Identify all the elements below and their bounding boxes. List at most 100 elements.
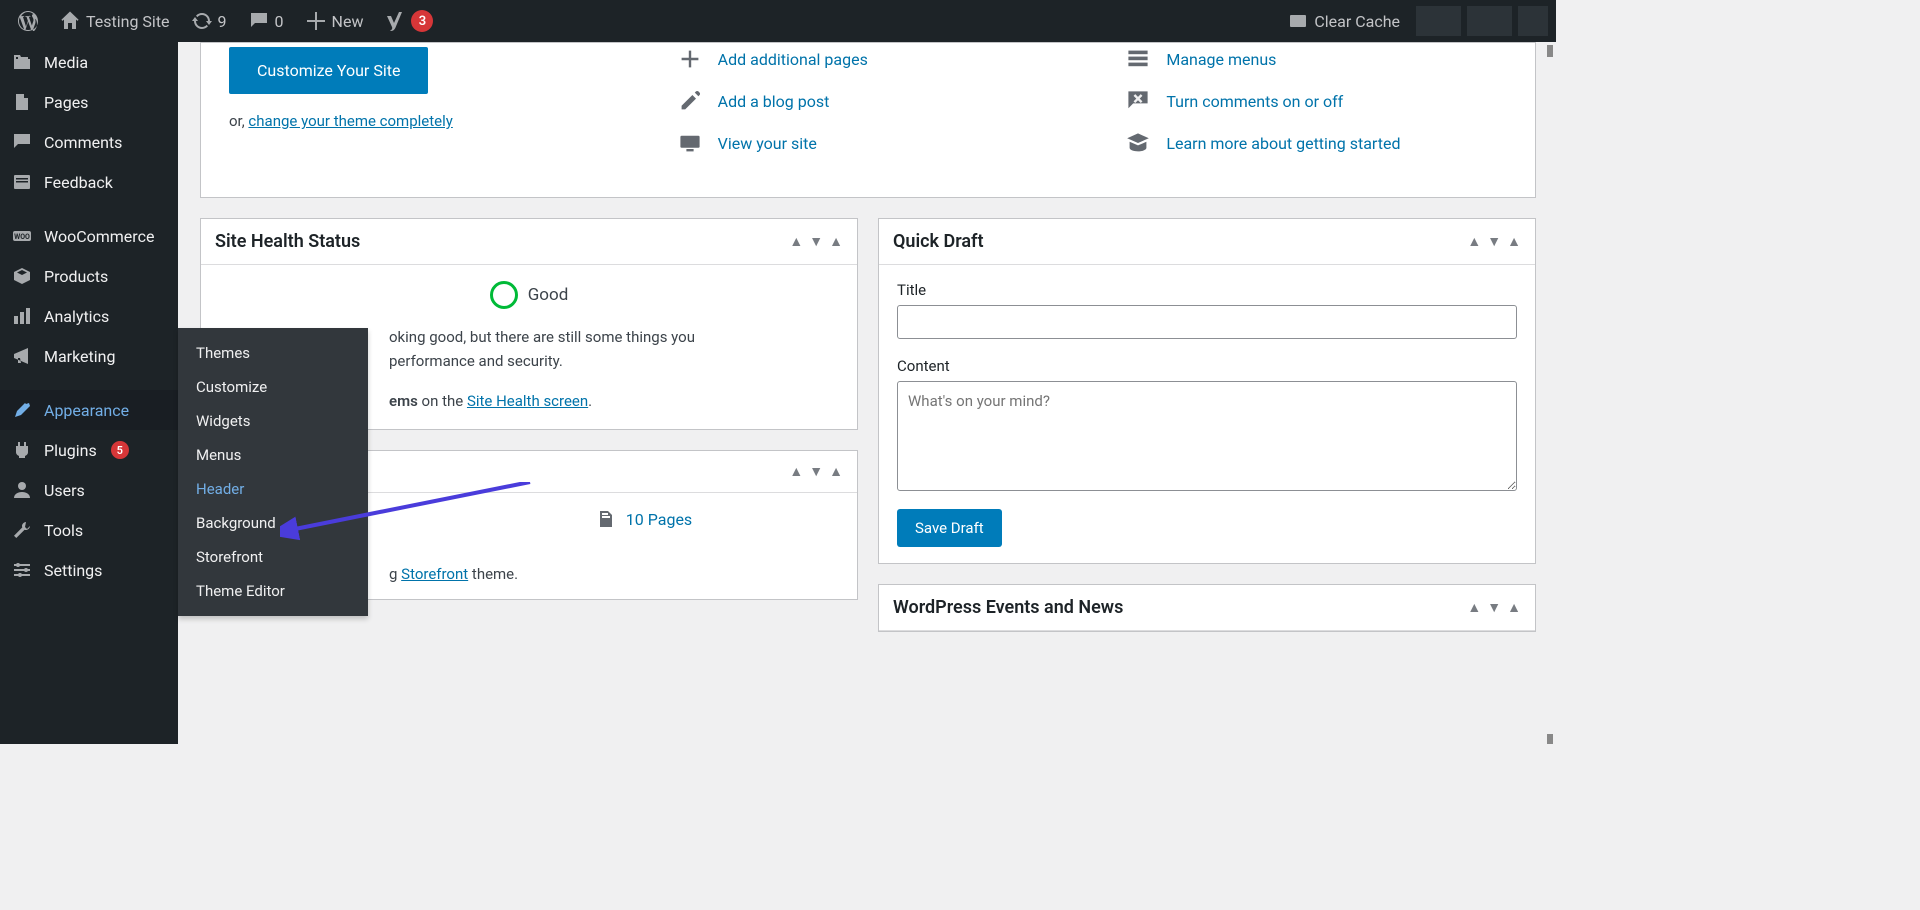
events-title: WordPress Events and News — [893, 597, 1123, 618]
admin-sidebar: Media Pages Comments Feedback WOO WooCom… — [0, 42, 178, 744]
comments-toggle-link[interactable]: Turn comments on or off — [1166, 92, 1343, 111]
learn-more-link[interactable]: Learn more about getting started — [1166, 134, 1400, 153]
submenu-customize[interactable]: Customize — [178, 370, 368, 404]
main-content: Customize Your Site or, change your them… — [200, 42, 1556, 632]
save-draft-button[interactable]: Save Draft — [897, 509, 1002, 547]
comments-bar[interactable]: 0 — [239, 0, 294, 42]
update-icon — [192, 11, 212, 31]
yoast-count: 3 — [411, 10, 433, 32]
move-down-icon[interactable]: ▼ — [809, 463, 823, 480]
draft-content-input[interactable] — [897, 381, 1517, 491]
sidebar-item-plugins[interactable]: Plugins 5 — [0, 430, 178, 470]
site-name: Testing Site — [86, 12, 170, 31]
scroll-indicator-bottom — [1547, 734, 1553, 744]
submenu-theme-editor[interactable]: Theme Editor — [178, 574, 368, 608]
admin-bar: Testing Site 9 0 New 3 Clear Cache — [0, 0, 1556, 42]
sidebar-item-woocommerce[interactable]: WOO WooCommerce — [0, 216, 178, 256]
site-health-title: Site Health Status — [215, 231, 360, 252]
update-count: 9 — [218, 12, 227, 31]
users-icon — [12, 480, 32, 500]
content-label: Content — [897, 357, 1517, 375]
analytics-icon — [12, 306, 32, 326]
welcome-panel: Customize Your Site or, change your them… — [200, 42, 1536, 198]
clear-cache[interactable]: Clear Cache — [1278, 0, 1410, 42]
view-site-icon — [678, 131, 702, 155]
cache-icon — [1288, 11, 1308, 31]
plus-icon — [306, 11, 326, 31]
wp-logo[interactable] — [8, 0, 48, 42]
edit-post-icon — [678, 89, 702, 113]
media-icon — [12, 52, 32, 72]
toggle-icon[interactable]: ▲ — [829, 463, 843, 480]
products-icon — [12, 266, 32, 286]
health-status-label: Good — [528, 285, 569, 305]
manage-menus-link[interactable]: Manage menus — [1166, 50, 1276, 69]
submenu-menus[interactable]: Menus — [178, 438, 368, 472]
add-blog-link[interactable]: Add a blog post — [718, 92, 830, 111]
submenu-header[interactable]: Header — [178, 472, 368, 506]
view-site-link[interactable]: View your site — [718, 134, 817, 153]
marketing-icon — [12, 346, 32, 366]
plugins-icon — [12, 440, 32, 460]
tools-icon — [12, 520, 32, 540]
submenu-storefront[interactable]: Storefront — [178, 540, 368, 574]
settings-icon — [12, 560, 32, 580]
site-health-screen-link[interactable]: Site Health screen — [467, 392, 588, 410]
change-theme-link[interactable]: change your theme completely — [248, 112, 452, 130]
comment-bubble-icon — [249, 11, 269, 31]
sidebar-item-users[interactable]: Users — [0, 470, 178, 510]
updates[interactable]: 9 — [182, 0, 237, 42]
pages-count-link[interactable]: 10 Pages — [626, 510, 692, 529]
sidebar-item-products[interactable]: Products — [0, 256, 178, 296]
sidebar-item-analytics[interactable]: Analytics — [0, 296, 178, 336]
theme-link[interactable]: Storefront — [401, 565, 468, 583]
appearance-submenu: Themes Customize Widgets Menus Header Ba… — [178, 328, 368, 616]
pages-icon — [12, 92, 32, 112]
add-pages-link[interactable]: Add additional pages — [718, 50, 868, 69]
quick-draft-box: Quick Draft ▲ ▼ ▲ Title Content Save Dra… — [878, 218, 1536, 564]
home-icon — [60, 11, 80, 31]
customize-site-button[interactable]: Customize Your Site — [229, 47, 428, 94]
menus-icon — [1126, 47, 1150, 71]
pages-small-icon — [596, 509, 616, 529]
move-down-icon[interactable]: ▼ — [1487, 233, 1501, 250]
new-content[interactable]: New — [296, 0, 374, 42]
move-up-icon[interactable]: ▲ — [789, 233, 803, 250]
site-home[interactable]: Testing Site — [50, 0, 180, 42]
quick-draft-title: Quick Draft — [893, 231, 984, 252]
topbar-block-1[interactable] — [1416, 6, 1461, 36]
change-theme-line: or, change your theme completely — [229, 112, 618, 130]
yoast-bar[interactable]: 3 — [375, 0, 443, 42]
scroll-indicator-top — [1547, 45, 1553, 57]
yoast-icon — [385, 11, 405, 31]
submenu-widgets[interactable]: Widgets — [178, 404, 368, 438]
sidebar-item-appearance[interactable]: Appearance — [0, 390, 178, 430]
draft-title-input[interactable] — [897, 305, 1517, 339]
events-news-box: WordPress Events and News ▲ ▼ ▲ — [878, 584, 1536, 632]
topbar-block-3[interactable] — [1518, 6, 1548, 36]
move-up-icon[interactable]: ▲ — [1467, 599, 1481, 616]
plus-icon — [678, 47, 702, 71]
move-down-icon[interactable]: ▼ — [1487, 599, 1501, 616]
sidebar-item-comments[interactable]: Comments — [0, 122, 178, 162]
sidebar-item-media[interactable]: Media — [0, 42, 178, 82]
sidebar-item-pages[interactable]: Pages — [0, 82, 178, 122]
move-up-icon[interactable]: ▲ — [1467, 233, 1481, 250]
sidebar-item-feedback[interactable]: Feedback — [0, 162, 178, 202]
sidebar-item-tools[interactable]: Tools — [0, 510, 178, 550]
health-indicator-icon — [490, 281, 518, 309]
submenu-themes[interactable]: Themes — [178, 336, 368, 370]
toggle-icon[interactable]: ▲ — [1507, 233, 1521, 250]
sidebar-item-marketing[interactable]: Marketing — [0, 336, 178, 376]
sidebar-item-settings[interactable]: Settings — [0, 550, 178, 590]
comment-count: 0 — [275, 12, 284, 31]
submenu-background[interactable]: Background — [178, 506, 368, 540]
toggle-icon[interactable]: ▲ — [829, 233, 843, 250]
move-up-icon[interactable]: ▲ — [789, 463, 803, 480]
comments-icon — [12, 132, 32, 152]
topbar-block-2[interactable] — [1467, 6, 1512, 36]
move-down-icon[interactable]: ▼ — [809, 233, 823, 250]
title-label: Title — [897, 281, 1517, 299]
learn-icon — [1126, 131, 1150, 155]
toggle-icon[interactable]: ▲ — [1507, 599, 1521, 616]
